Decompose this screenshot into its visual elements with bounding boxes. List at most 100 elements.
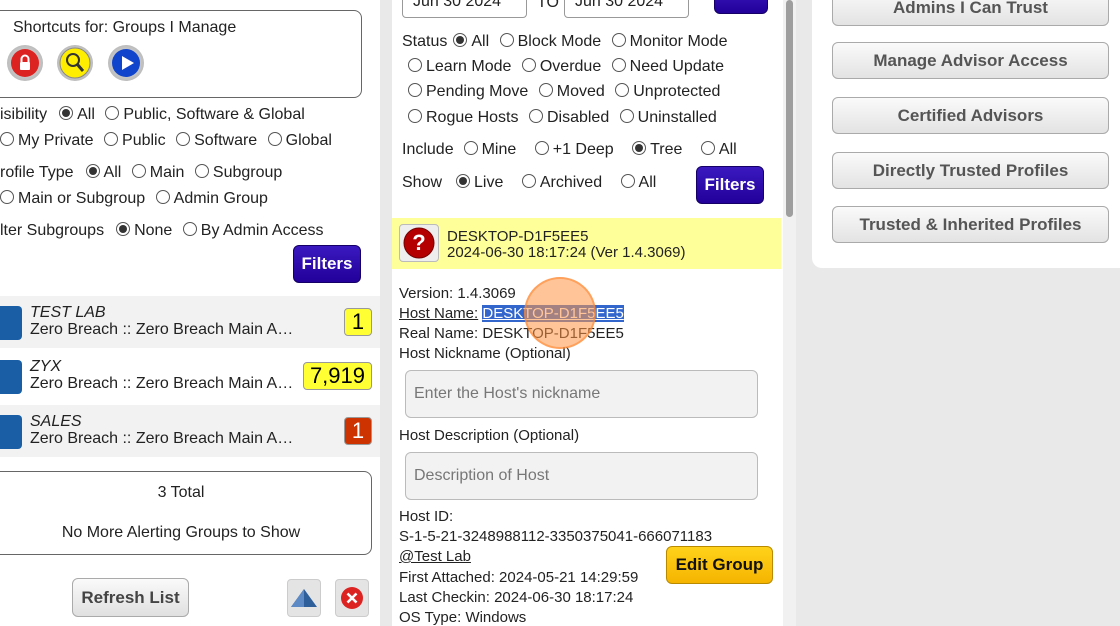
status-radio-learn-mode[interactable]	[408, 58, 422, 72]
include-radio-tree[interactable]	[632, 141, 647, 155]
subgroup-radio-none[interactable]	[116, 222, 131, 236]
status-radio-uninstalled[interactable]	[619, 109, 634, 123]
group-row[interactable]: ZYX Zero Breach :: Zero Breach Main Ac..…	[0, 350, 380, 402]
alert-count-badge[interactable]: 1	[344, 308, 372, 336]
triangle-up-icon	[291, 589, 317, 607]
radio-label: Monitor Mode	[629, 33, 728, 50]
visibility-radio-global[interactable]	[267, 132, 282, 146]
show-radio-live[interactable]	[456, 174, 471, 188]
search-icon[interactable]	[57, 45, 93, 81]
edit-group-button[interactable]: Edit Group	[666, 546, 773, 584]
profile-radio-all[interactable]	[85, 164, 100, 178]
subgroup-radio-by-admin-access[interactable]	[182, 222, 197, 236]
admins-i-can-trust-button[interactable]: Admins I Can Trust	[832, 0, 1109, 26]
status-radio-disabled[interactable]	[528, 109, 543, 123]
shortcuts-title: Shortcuts for: Groups I Manage	[13, 19, 237, 36]
description-label: Host Description (Optional)	[399, 427, 580, 444]
host-header[interactable]: ? DESKTOP-D1F5EE5 2024-06-30 18:17:24 (V…	[392, 218, 781, 269]
host-id-value: S-1-5-21-3248988112-3350375041-666071183	[399, 528, 713, 545]
middle-filters-button[interactable]: Filters	[696, 166, 764, 204]
radio-label: By Admin Access	[200, 222, 324, 239]
radio-label: All	[718, 141, 737, 158]
radio-label: Admin Group	[173, 190, 268, 207]
include-radio-plus1-deep[interactable]	[534, 141, 549, 155]
profile-radio-main-or-subgroup[interactable]	[0, 190, 14, 204]
scrollbar[interactable]	[783, 0, 796, 626]
alert-count-badge[interactable]: 7,919	[302, 362, 372, 390]
os-type-label: OS Type:	[399, 609, 462, 626]
status-radio-monitor-mode[interactable]	[611, 33, 626, 47]
visibility-radio-public[interactable]	[104, 132, 119, 146]
host-status-button[interactable]: ?	[399, 224, 439, 262]
collapse-up-button[interactable]	[287, 579, 321, 617]
status-radio-unprotected[interactable]	[615, 83, 630, 97]
status-radio-pending-move[interactable]	[408, 83, 422, 97]
date-from-input[interactable]: Jun 30 2024	[402, 0, 527, 18]
shortcuts-box: Shortcuts for: Groups I Manage	[0, 10, 362, 98]
group-row[interactable]: SALES Zero Breach :: Zero Breach Main Ac…	[0, 405, 380, 457]
host-description-input[interactable]: Description of Host	[405, 452, 758, 500]
first-attached-line: First Attached: 2024-05-21 14:29:59	[399, 569, 638, 586]
status-radio-overdue[interactable]	[521, 58, 536, 72]
status-radio-need-update[interactable]	[611, 58, 626, 72]
date-apply-button[interactable]	[714, 0, 768, 14]
show-radio-archived[interactable]	[521, 174, 536, 188]
profile-type-options: rofile Type All Main Subgroup	[0, 164, 282, 182]
show-radio-all[interactable]	[620, 174, 635, 188]
certified-advisors-button[interactable]: Certified Advisors	[832, 97, 1109, 134]
group-row[interactable]: TEST LAB Zero Breach :: Zero Breach Main…	[0, 296, 380, 348]
host-name-label: Host Name:	[399, 305, 479, 322]
radio-label: Global	[285, 132, 332, 149]
profile-radio-subgroup[interactable]	[194, 164, 209, 178]
radio-label: Pending Move	[426, 83, 529, 100]
visibility-label: isibility	[0, 106, 48, 123]
status-radio-rogue-hosts[interactable]	[408, 109, 422, 123]
directly-trusted-profiles-button[interactable]: Directly Trusted Profiles	[832, 152, 1109, 189]
scrollbar-thumb[interactable]	[786, 0, 793, 217]
visibility-radio-software[interactable]	[176, 132, 191, 146]
status-options-4: Rogue Hosts Disabled Uninstalled	[402, 109, 717, 127]
close-button[interactable]	[335, 579, 369, 617]
real-name-label: Real Name:	[399, 325, 479, 342]
group-link[interactable]: @Test Lab	[399, 548, 471, 565]
nickname-label: Host Nickname (Optional)	[399, 345, 571, 362]
status-options-2: Learn Mode Overdue Need Update	[402, 58, 724, 76]
profile-radio-main[interactable]	[131, 164, 146, 178]
group-name: TEST LAB	[30, 304, 106, 321]
group-subtitle: Zero Breach :: Zero Breach Main Ac...	[30, 321, 298, 338]
os-type-value: Windows	[465, 609, 527, 626]
lock-icon[interactable]	[7, 45, 43, 81]
radio-label: Main	[149, 164, 185, 181]
play-icon[interactable]	[108, 45, 144, 81]
visibility-radio-all[interactable]	[59, 106, 74, 120]
status-radio-moved[interactable]	[538, 83, 553, 97]
no-more-groups-text: No More Alerting Groups to Show	[61, 524, 301, 541]
radio-label: My Private	[18, 132, 94, 149]
visibility-radio-my-private[interactable]	[0, 132, 14, 146]
status-label: Status	[402, 33, 448, 50]
include-radio-mine[interactable]	[463, 141, 478, 155]
radio-label: All	[471, 33, 490, 50]
radio-label: Live	[474, 174, 504, 191]
profile-radio-admin-group[interactable]	[155, 190, 170, 204]
refresh-list-button[interactable]: Refresh List	[72, 578, 189, 617]
radio-label: All	[638, 174, 657, 191]
close-icon	[341, 587, 363, 609]
include-radio-all[interactable]	[700, 141, 715, 155]
group-subtitle: Zero Breach :: Zero Breach Main Ac...	[30, 430, 298, 447]
svg-text:?: ?	[412, 230, 425, 255]
visibility-radio-public-software-global[interactable]	[105, 106, 120, 120]
status-radio-all[interactable]	[453, 33, 468, 47]
alert-count-badge[interactable]: 1	[344, 417, 372, 445]
date-to-input[interactable]: Jun 30 2024	[564, 0, 689, 18]
host-nickname-input[interactable]: Enter the Host's nickname	[405, 370, 758, 418]
show-label: Show	[402, 174, 443, 191]
trusted-inherited-profiles-button[interactable]: Trusted & Inherited Profiles	[832, 206, 1109, 243]
first-attached-label: First Attached:	[399, 569, 495, 586]
filter-subgroups-label: lter Subgroups	[0, 222, 105, 239]
left-filters-button[interactable]: Filters	[293, 245, 361, 283]
manage-advisor-access-button[interactable]: Manage Advisor Access	[832, 42, 1109, 79]
status-radio-block-mode[interactable]	[499, 33, 514, 47]
radio-label: Learn Mode	[426, 58, 512, 75]
radio-label: None	[134, 222, 173, 239]
